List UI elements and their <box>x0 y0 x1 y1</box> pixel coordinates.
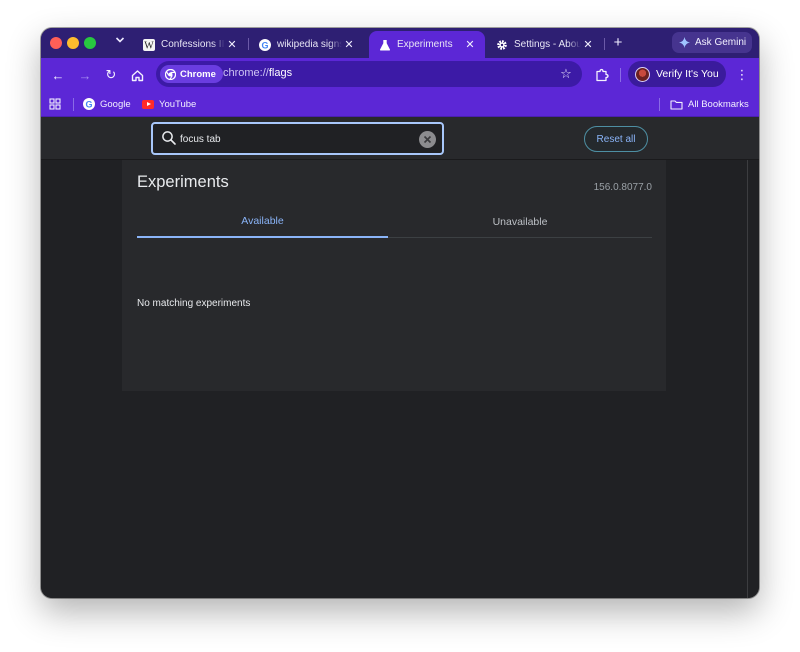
ask-gemini-button[interactable]: Ask Gemini <box>672 32 752 53</box>
profile-button[interactable]: Verify It's You <box>628 61 726 87</box>
clear-search-button[interactable] <box>419 131 436 148</box>
home-icon <box>131 69 143 81</box>
tab-title: Confessions II - <box>161 39 225 50</box>
bookmarks-separator <box>659 98 660 111</box>
apps-grid-icon <box>49 98 61 110</box>
bookmark-label: YouTube <box>159 98 197 110</box>
reload-icon: ↻ <box>105 67 117 82</box>
version-label: 156.0.8077.0 <box>593 182 652 193</box>
sparkle-icon <box>679 37 690 48</box>
reload-button[interactable]: ↻ <box>102 66 120 84</box>
tab-search-button[interactable] <box>112 34 128 52</box>
close-icon[interactable]: ✕ <box>225 38 239 51</box>
bookmark-star-button[interactable]: ☆ <box>557 65 575 83</box>
site-chip-label: Chrome <box>180 68 216 80</box>
svg-text:G: G <box>85 99 92 109</box>
svg-text:G: G <box>261 40 268 50</box>
youtube-icon <box>142 99 154 109</box>
flags-search-header: Reset all <box>41 117 759 160</box>
star-icon: ☆ <box>560 66 572 81</box>
bookmark-google[interactable]: G Google <box>83 96 131 112</box>
bookmarks-bar: G Google YouTube All Bookmarks <box>41 91 759 117</box>
search-input[interactable] <box>180 131 410 147</box>
tab-unavailable[interactable]: Unavailable <box>388 206 652 238</box>
browser-toolbar: ← → ↻ Chrome chrome://flags ☆ Verify It'… <box>41 58 759 91</box>
browser-window: W Confessions II - ✕ G wikipedia signs ✕… <box>41 28 759 598</box>
site-info-chip[interactable]: Chrome <box>160 65 223 83</box>
all-bookmarks-button[interactable]: All Bookmarks <box>670 96 749 112</box>
avatar <box>635 66 650 82</box>
home-button[interactable] <box>128 66 146 84</box>
close-icon <box>423 135 432 144</box>
close-icon[interactable]: ✕ <box>463 38 477 51</box>
tab-available[interactable]: Available <box>137 206 388 238</box>
chevron-down-icon <box>115 37 125 43</box>
empty-results-message: No matching experiments <box>137 298 251 309</box>
tab-confessions[interactable]: W Confessions II - ✕ <box>133 31 247 58</box>
tab-strip: W Confessions II - ✕ G wikipedia signs ✕… <box>41 28 759 58</box>
reset-all-button[interactable]: Reset all <box>584 126 648 152</box>
forward-button[interactable]: → <box>76 66 94 84</box>
tab-title: Settings - About <box>514 39 581 50</box>
flags-search-box[interactable] <box>151 122 444 155</box>
ask-gemini-label: Ask Gemini <box>695 37 747 48</box>
page-title: Experiments <box>137 173 229 191</box>
tab-experiments[interactable]: Experiments ✕ <box>369 31 485 58</box>
experiments-panel: Experiments 156.0.8077.0 Available Unava… <box>122 160 666 391</box>
close-icon[interactable]: ✕ <box>342 38 356 51</box>
tab-wikipedia-signs[interactable]: G wikipedia signs ✕ <box>249 31 364 58</box>
url-scheme: chrome:// <box>223 67 269 79</box>
tab-separator <box>604 38 605 50</box>
minimize-window-button[interactable] <box>67 37 79 49</box>
toolbar-divider <box>620 68 621 82</box>
svg-text:W: W <box>144 40 154 51</box>
browser-menu-button[interactable]: ⋮ <box>733 66 751 84</box>
profile-label: Verify It's You <box>656 68 719 80</box>
back-button[interactable]: ← <box>49 66 67 84</box>
puzzle-icon <box>596 68 609 82</box>
bookmark-youtube[interactable]: YouTube <box>142 96 196 112</box>
gear-icon <box>496 39 508 51</box>
folder-icon <box>670 99 683 110</box>
more-vert-icon: ⋮ <box>735 67 749 82</box>
new-tab-button[interactable]: + <box>610 34 626 52</box>
bookmark-label: Google <box>100 98 131 110</box>
search-icon <box>162 131 176 145</box>
tab-title: Experiments <box>397 39 453 50</box>
close-icon[interactable]: ✕ <box>581 38 595 51</box>
bookmarks-separator <box>73 98 74 111</box>
address-bar[interactable]: Chrome chrome://flags ☆ <box>156 61 582 87</box>
all-bookmarks-label: All Bookmarks <box>688 98 749 110</box>
extensions-button[interactable] <box>593 66 611 84</box>
wikipedia-icon: W <box>143 38 155 51</box>
chrome-icon <box>165 68 176 80</box>
url-text[interactable]: chrome://flags <box>223 67 292 79</box>
flask-icon <box>379 39 391 51</box>
arrow-right-icon: → <box>78 67 92 83</box>
tab-settings-about[interactable]: Settings - About ✕ <box>486 31 603 58</box>
google-icon: G <box>259 38 271 51</box>
scrollbar-track[interactable] <box>747 160 748 598</box>
close-window-button[interactable] <box>50 37 62 49</box>
tab-title: wikipedia signs <box>277 39 342 50</box>
apps-button[interactable] <box>49 96 61 112</box>
zoom-window-button[interactable] <box>84 37 96 49</box>
url-host: flags <box>268 67 293 79</box>
google-icon: G <box>83 98 95 110</box>
experiments-tabs: Available Unavailable <box>137 206 652 238</box>
arrow-left-icon: ← <box>51 67 65 83</box>
